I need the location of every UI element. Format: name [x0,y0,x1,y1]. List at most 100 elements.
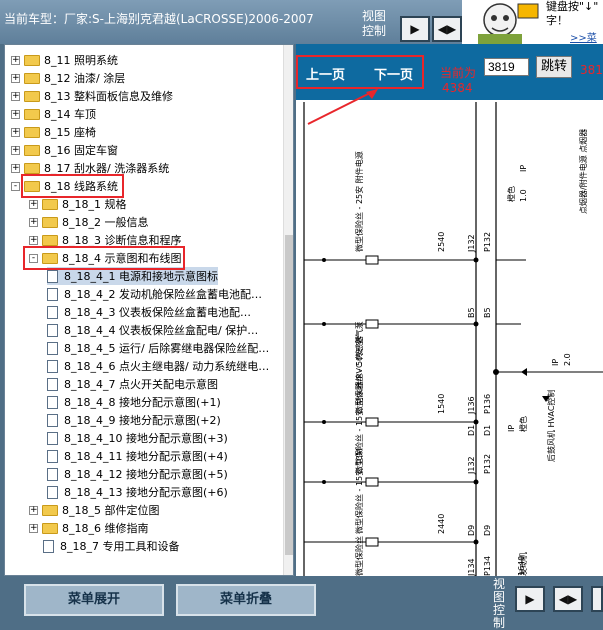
single-page-view-button[interactable]: ▶ [400,16,430,42]
menu-tree-panel: +8_11 照明系统 +8_12 油漆/ 涂层 +8_13 整料面板信息及维修 +8_… [4,44,294,576]
tree-item-label: 8_18_1 规格 [62,198,127,211]
double-page-view-button[interactable]: ◀▶ [432,16,462,42]
folder-icon [24,90,40,102]
tree-item[interactable]: +8_14 车顶 [11,105,96,123]
collapse-icon[interactable]: - [11,181,20,191]
tree-item-label: 8_18_4_5 运行/ 后除雾继电器保险丝配… [64,342,270,355]
tree-item[interactable]: +8_16 固定车窗 [11,141,118,159]
document-icon [47,485,58,499]
document-icon [47,305,58,319]
tree-item-label: 8_18_4_10 接地分配示意图(+3) [64,432,228,445]
tree-item[interactable]: 8_18_7 专用工具和设备 [29,537,180,555]
jump-button[interactable]: 跳转 [536,56,572,78]
tree-item-label: 8_18_4_9 接地分配示意图(+2) [64,414,221,427]
document-icon [47,449,58,463]
pin-label: P136 [483,394,492,414]
component-label: 点烟器/附件电源 点烟器 [578,129,588,214]
wire-gauge: 1.0 [519,189,528,202]
arrow-right-icon: ▶ [410,22,420,36]
bottom-double-page-view-button[interactable]: ◀▶ [553,586,583,612]
expand-icon[interactable]: + [11,91,20,101]
document-icon [47,269,58,283]
tree-item[interactable]: 8_18_4_10 接地分配示意图(+3) [47,429,228,447]
pin-label: D9 [483,525,492,536]
tree-item[interactable]: 8_18_4_13 接地分配示意图(+6) [47,483,228,501]
tree-item-label: 8_18_7 专用工具和设备 [60,540,180,553]
folder-icon [42,216,58,228]
pin-label: D1 [467,425,476,436]
tree-item[interactable]: +8_18_2 一般信息 [29,213,149,231]
bottom-extra-view-button[interactable] [591,586,603,612]
wire-number: 2440 [437,514,446,534]
current-vehicle-title: 当前车型：厂家:S-上海别克君越(LaCROSSE)2006-2007 [4,12,314,26]
tree-item[interactable]: +8_18_5 部件定位图 [29,501,160,519]
tree-item[interactable]: +8_11 照明系统 [11,51,118,69]
tree-item-label: 8_18_4_1 电源和接地示意图标 [64,270,218,283]
tree-item-label: 8_18_5 部件定位图 [62,504,160,517]
expand-icon[interactable]: + [11,73,20,83]
tree-item-label: 8_18_4_7 点火开关配电示意图 [64,378,218,391]
tree-item[interactable]: 8_18_4_2 发动机舱保险丝盒蓄电池配… [47,285,262,303]
document-icon [47,431,58,445]
folder-icon [42,234,58,246]
tree-item[interactable]: 8_18_4_8 接地分配示意图(+1) [47,393,221,411]
tree-item[interactable]: 8_18_4_6 点火主继电器/ 动力系统继电… [47,357,269,375]
pin-label: J132 [467,234,476,253]
tree-item-label: 8_18_4_6 点火主继电器/ 动力系统继电… [64,360,270,373]
expand-icon[interactable]: + [29,217,38,227]
bottom-view-control-label: 视图控制 [493,577,506,630]
component-label: 发动机 [518,552,528,576]
tree-item[interactable]: +8_12 油漆/ 涂层 [11,69,125,87]
page-count-label: 4384 [442,81,473,95]
tree-item[interactable]: 8_18_4_7 点火开关配电示意图 [47,375,218,393]
expand-icon[interactable]: + [11,127,20,137]
pin-label: J132 [467,456,476,475]
expand-icon[interactable]: + [29,235,38,245]
tree-item-label: 8_18_4_3 仪表板保险丝盒蓄电池配… [64,306,251,319]
expand-icon[interactable]: + [29,199,38,209]
expand-icon[interactable]: + [29,505,38,515]
expand-icon[interactable]: + [11,163,20,173]
tree-item[interactable]: +8_15 座椅 [11,123,96,141]
expand-icon[interactable]: + [11,145,20,155]
tree-item[interactable]: +8_18_6 维修指南 [29,519,149,537]
expand-icon[interactable]: + [29,523,38,533]
promo-panel: 键盘按"↓" 字！ >>菜单 [462,0,603,59]
wire-gauge: 2.0 [563,353,572,366]
tree-item-label: 8_18_4_13 接地分配示意图(+6) [64,486,228,499]
tree-item[interactable]: 8_18_4_11 接地分配示意图(+4) [47,447,228,465]
tree-item-label: 8_18_4_11 接地分配示意图(+4) [64,450,228,463]
view-control-label: 视图控制 [362,9,387,38]
tree-scrollbar-thumb[interactable] [285,235,293,555]
fuse-label-5: 微型保险丝 [354,536,364,576]
tree-item[interactable]: 8_18_4_4 仪表板保险丝盒配电/ 保护… [47,321,258,339]
pin-label: B5 [483,307,492,318]
tree-item-label: 8_18_4_8 接地分配示意图(+1) [64,396,221,409]
total-pages-label: 3819 [580,63,603,77]
pin-label: J134 [467,558,476,576]
promo-text: 键盘按"↓" 字！ [546,0,599,27]
tree-item[interactable]: 8_18_4_9 接地分配示意图(+2) [47,411,221,429]
expand-icon[interactable]: + [11,55,20,65]
document-icon [47,377,58,391]
tree-item-label: 8_18_6 维修指南 [62,522,149,535]
folder-icon [42,522,58,534]
bottom-single-page-view-button[interactable]: ▶ [515,586,545,612]
pin-label: D1 [483,425,492,436]
tree-item[interactable]: 8_18_4_12 接地分配示意图(+5) [47,465,228,483]
page-number-input[interactable] [484,58,529,76]
wiring-diagram: 微型保险丝 - 25安 附件电源 微型保险丝 - 50安 空气泵 微型保险丝 -… [303,102,603,576]
expand-icon[interactable]: + [11,109,20,119]
tree-item[interactable]: 8_18_4_3 仪表板保险丝盒蓄电池配… [47,303,251,321]
folder-icon [42,198,58,210]
tree-item[interactable]: +8_13 整料面板信息及维修 [11,87,173,105]
tree-scrollbar[interactable] [283,45,293,575]
document-icon [47,341,58,355]
pin-label: D9 [467,525,476,536]
tree-item[interactable]: 8_18_4_5 运行/ 后除雾继电器保险丝配… [47,339,269,357]
collapse-menu-button[interactable]: 菜单折叠 [176,584,316,616]
highlight-box-wiring-system [21,174,124,198]
expand-menu-button[interactable]: 菜单展开 [24,584,164,616]
wire-number: 2540 [437,232,446,252]
folder-icon [24,54,40,66]
